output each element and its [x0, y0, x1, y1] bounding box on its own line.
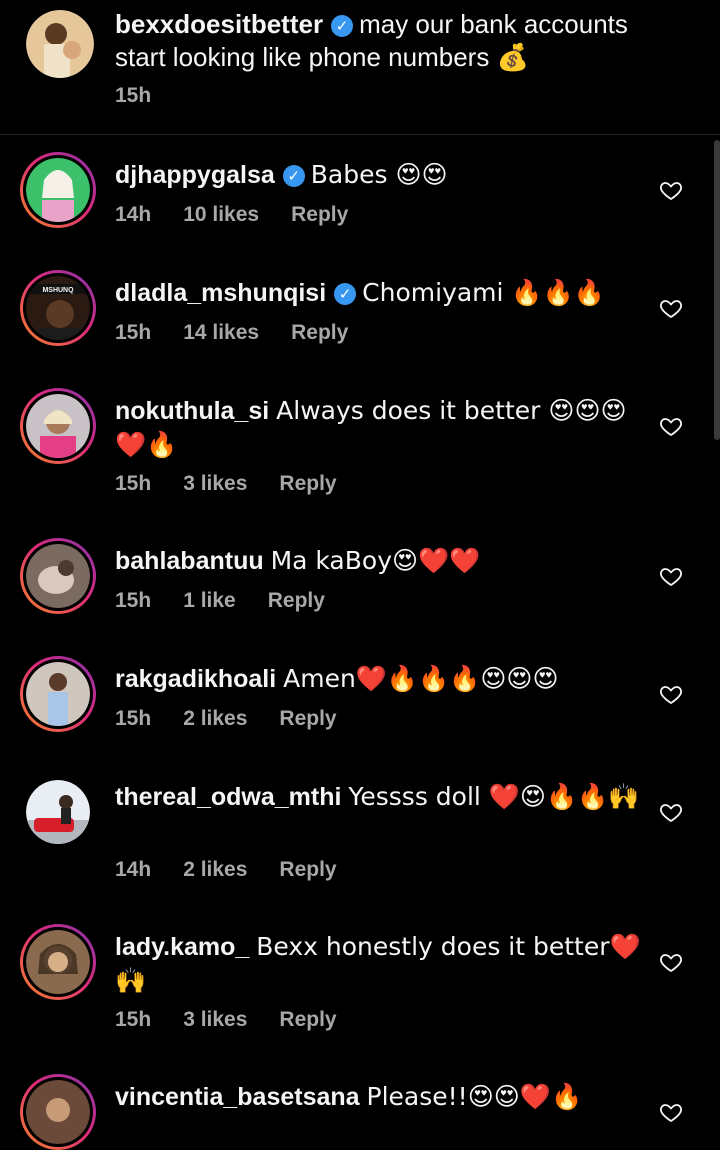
reply-button[interactable]: Reply [291, 321, 348, 344]
heart-outline-icon[interactable] [659, 682, 683, 706]
reply-button[interactable]: Reply [279, 472, 336, 495]
reply-button[interactable]: Reply [268, 589, 325, 612]
comment-text-block: bahlabantuu Ma kaBoy😍❤️❤️ [115, 544, 645, 578]
comment-likes[interactable]: 1 like [183, 589, 236, 612]
scrollbar[interactable] [714, 140, 720, 440]
comment-meta: 15h 2 likes Reply [115, 707, 369, 731]
reply-button[interactable]: Reply [291, 203, 348, 226]
comment-text-block: rakgadikhoali Amen❤️🔥🔥🔥😍😍😍 [115, 662, 645, 696]
reply-button[interactable]: Reply [279, 707, 336, 730]
comment-text-block: lady.kamo_ Bexx honestly does it better❤… [115, 930, 645, 998]
comment-text: Please!!😍😍❤️🔥 [366, 1082, 583, 1111]
verified-badge-icon: ✓ [334, 283, 357, 305]
avatar-image [26, 930, 90, 994]
comment-time: 15h [115, 1008, 152, 1031]
avatar-image [26, 158, 90, 222]
heart-outline-icon[interactable] [659, 414, 683, 438]
verified-badge-icon: ✓ [331, 15, 354, 37]
verified-badge-icon: ✓ [282, 165, 305, 187]
heart-outline-icon[interactable] [659, 178, 683, 202]
comment-time: 14h [115, 203, 152, 226]
comment-time: 15h [115, 472, 152, 495]
comment-time: 15h [115, 589, 152, 612]
comment-username[interactable]: thereal_odwa_mthi [115, 783, 341, 811]
comment-text-block: dladla_mshunqisi ✓ Chomiyami 🔥🔥🔥 [115, 276, 645, 310]
comment-text-block: thereal_odwa_mthi Yessss doll ❤️😍🔥🔥🙌 [115, 780, 645, 814]
heart-outline-icon[interactable] [659, 950, 683, 974]
avatar-image [26, 544, 90, 608]
comment-meta: 14h 2 likes Reply [115, 858, 369, 882]
comment-avatar[interactable] [20, 152, 96, 228]
caption-avatar[interactable] [26, 10, 102, 86]
comment-text-block: nokuthula_si Always does it better 😍😍😍❤️… [115, 394, 645, 462]
heart-outline-icon[interactable] [659, 564, 683, 588]
heart-outline-icon[interactable] [659, 1100, 683, 1124]
comment-avatar[interactable] [20, 924, 96, 1000]
comment-avatar[interactable] [20, 774, 96, 850]
comment-avatar[interactable] [20, 656, 96, 732]
comment-username[interactable]: rakgadikhoali [115, 665, 276, 693]
caption-time: 15h [115, 84, 152, 107]
comment-likes[interactable]: 10 likes [183, 203, 259, 226]
comment-text: Babes 😍😍 [310, 160, 448, 189]
comment-time: 14h [115, 858, 152, 881]
comment-username[interactable]: lady.kamo_ [115, 933, 249, 961]
comment-time: 15h [115, 321, 152, 344]
comment-username[interactable]: nokuthula_si [115, 397, 269, 425]
comment-text: Ma kaBoy😍❤️❤️ [270, 546, 481, 575]
comment-meta: 15h 3 likes Reply [115, 1008, 369, 1032]
comment-username[interactable]: dladla_mshunqisi [115, 279, 326, 307]
avatar-image [26, 1080, 90, 1144]
comment-avatar[interactable] [20, 1074, 96, 1150]
post-caption: bexxdoesitbetter ✓ may our bank accounts s… [0, 0, 720, 135]
caption-username[interactable]: bexxdoesitbetter [115, 9, 323, 39]
comment-likes[interactable]: 14 likes [183, 321, 259, 344]
comment-meta: 15h 3 likes Reply [115, 472, 369, 496]
heart-outline-icon[interactable] [659, 296, 683, 320]
comment-username[interactable]: djhappygalsa [115, 161, 275, 189]
reply-button[interactable]: Reply [279, 858, 336, 881]
heart-outline-icon[interactable] [659, 800, 683, 824]
comment-text: Amen❤️🔥🔥🔥😍😍😍 [283, 664, 559, 693]
comment-likes[interactable]: 2 likes [183, 707, 247, 730]
comment-likes[interactable]: 3 likes [183, 472, 247, 495]
avatar-image: MSHUNQ [26, 276, 90, 340]
comment-meta: 15h 14 likes Reply [115, 321, 380, 345]
avatar-image [26, 394, 90, 458]
comment-avatar[interactable] [20, 538, 96, 614]
avatar-image [26, 662, 90, 726]
avatar-image [26, 10, 94, 78]
avatar-label: MSHUNQ [42, 287, 74, 294]
comment-meta: 15h 1 like Reply [115, 589, 357, 613]
comment-username[interactable]: vincentia_basetsana [115, 1083, 360, 1111]
comment-text: Yessss doll ❤️😍🔥🔥🙌 [348, 782, 640, 811]
avatar-image [26, 780, 90, 844]
comment-text-block: vincentia_basetsana Please!!😍😍❤️🔥 [115, 1080, 645, 1114]
comment-avatar[interactable] [20, 388, 96, 464]
comment-avatar[interactable]: MSHUNQ [20, 270, 96, 346]
comment-text: Chomiyami 🔥🔥🔥 [362, 278, 605, 307]
comment-time: 15h [115, 707, 152, 730]
comment-text-block: djhappygalsa ✓ Babes 😍😍 [115, 158, 645, 192]
comment-likes[interactable]: 2 likes [183, 858, 247, 881]
comment-username[interactable]: bahlabantuu [115, 547, 264, 575]
reply-button[interactable]: Reply [279, 1008, 336, 1031]
caption-text-block: bexxdoesitbetter ✓ may our bank accounts s… [115, 8, 675, 74]
comment-meta: 14h 10 likes Reply [115, 203, 380, 227]
comment-likes[interactable]: 3 likes [183, 1008, 247, 1031]
